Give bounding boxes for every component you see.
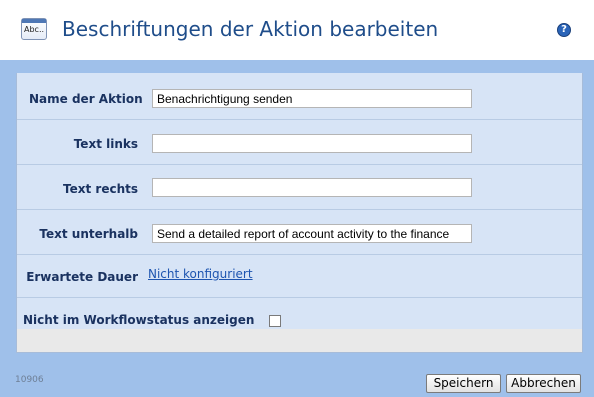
hide-status-label: Nicht im Workflowstatus anzeigen (23, 313, 255, 327)
row-expected-duration: Erwartete Dauer Nicht konfiguriert (17, 255, 582, 298)
help-icon[interactable]: ? (557, 23, 571, 37)
row-action-name: Name der Aktion (17, 73, 582, 120)
dialog-title: Beschriftungen der Aktion bearbeiten (62, 17, 439, 41)
dialog-body: Name der Aktion Text links Text rechts T… (0, 60, 594, 397)
expected-duration-label: Erwartete Dauer (26, 270, 138, 284)
text-below-input[interactable] (152, 224, 472, 243)
text-right-input[interactable] (152, 178, 472, 197)
form-panel: Name der Aktion Text links Text rechts T… (16, 73, 583, 353)
text-left-input[interactable] (152, 134, 472, 153)
text-below-label: Text unterhalb (39, 227, 138, 241)
label-edit-icon: Abc.. (21, 18, 47, 40)
duration-config-link[interactable]: Nicht konfiguriert (148, 267, 253, 281)
text-right-label: Text rechts (63, 182, 138, 196)
cancel-button[interactable]: Abbrechen (506, 374, 581, 393)
row-hide-status: Nicht im Workflowstatus anzeigen (17, 298, 582, 329)
dialog-header: Abc.. Beschriftungen der Aktion bearbeit… (0, 0, 594, 60)
row-text-left: Text links (17, 120, 582, 165)
panel-footer-bar (17, 329, 582, 352)
icon-text: Abc.. (24, 25, 45, 34)
footer-id-code: 10906 (15, 375, 44, 385)
save-button[interactable]: Speichern (426, 374, 501, 393)
row-text-below: Text unterhalb (17, 210, 582, 255)
icon-titlebar (22, 19, 46, 23)
action-name-input[interactable] (152, 89, 472, 108)
text-left-label: Text links (73, 137, 138, 151)
hide-status-checkbox[interactable] (269, 315, 281, 327)
row-text-right: Text rechts (17, 165, 582, 210)
action-name-label: Name der Aktion (29, 92, 143, 106)
